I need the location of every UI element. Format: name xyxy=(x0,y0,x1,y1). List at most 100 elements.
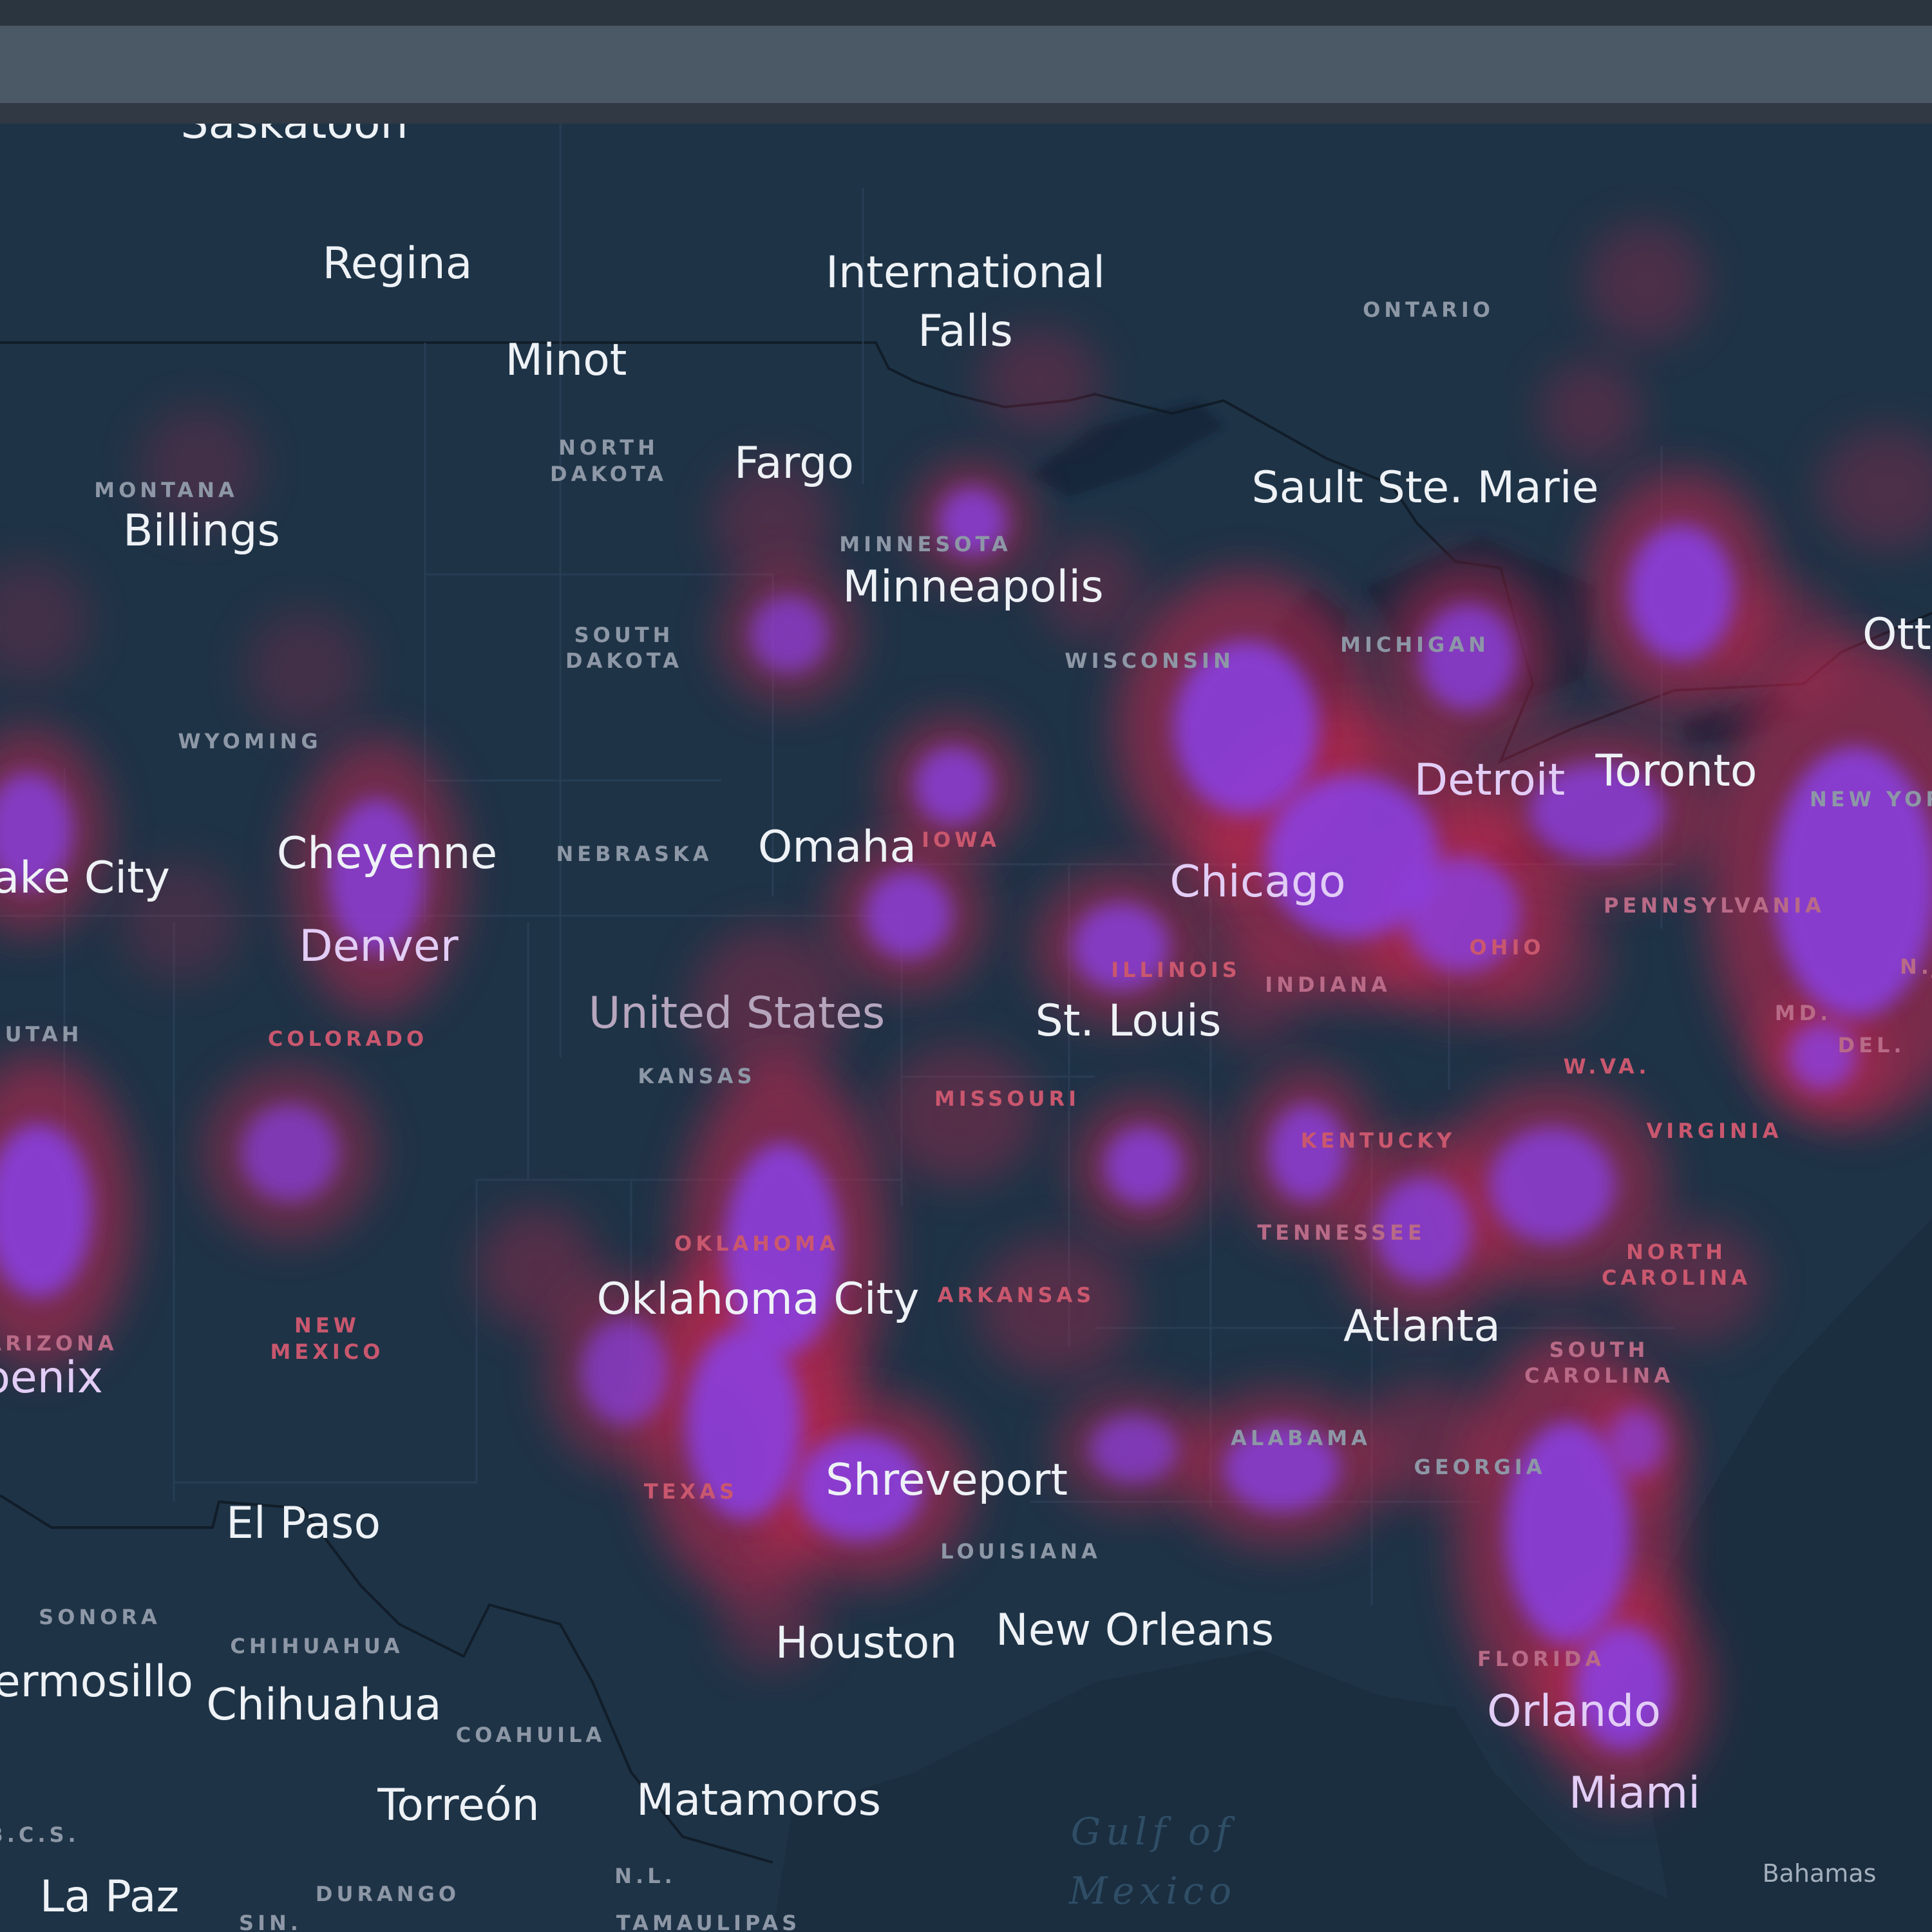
city-label-houston: Houston xyxy=(775,1618,958,1669)
city-label-omaha: Omaha xyxy=(758,822,916,873)
region-label-ohio: OHIO xyxy=(1469,935,1544,960)
region-label-colorado: COLORADO xyxy=(268,1027,428,1051)
heat-core xyxy=(914,747,992,824)
city-label-el-paso: El Paso xyxy=(226,1498,381,1549)
heat-core xyxy=(242,1104,338,1201)
city-label-la-paz: La Paz xyxy=(40,1871,179,1922)
heat-glow xyxy=(1584,222,1707,345)
city-label-regina: Regina xyxy=(323,238,473,289)
region-label-oklahoma: OKLAHOMA xyxy=(674,1231,839,1256)
region-label-del: DEL. xyxy=(1838,1033,1906,1057)
heat-core xyxy=(1090,1415,1177,1483)
heat-glow xyxy=(245,609,367,731)
region-label-south-dakota: DAKOTA xyxy=(565,649,683,673)
region-label-michigan: MICHIGAN xyxy=(1340,632,1490,657)
region-label-nl: N.L. xyxy=(614,1864,676,1888)
heat-core xyxy=(1420,603,1517,710)
region-label-tamaulipas: TAMAULIPAS xyxy=(616,1911,800,1932)
heat-core xyxy=(1269,1104,1346,1201)
map-toolbar xyxy=(0,26,1932,103)
region-label-illinois: ILLINOIS xyxy=(1111,958,1241,982)
region-label-arkansas: ARKANSAS xyxy=(938,1283,1095,1307)
city-label-orlando: Orlando xyxy=(1487,1686,1661,1737)
city-label-torreon: Torreón xyxy=(377,1780,539,1831)
region-label-new-mexico: MEXICO xyxy=(270,1340,384,1364)
region-label-bcs: B.C.S. xyxy=(0,1823,80,1847)
region-label-north-carolina: NORTH xyxy=(1626,1240,1727,1264)
city-label-hermosillo: Hermosillo xyxy=(0,1656,193,1707)
region-label-coahuila: COAHUILA xyxy=(456,1723,605,1747)
city-label-minneapolis: Minneapolis xyxy=(842,562,1103,612)
region-label-montana: MONTANA xyxy=(94,478,238,502)
region-label-pennsylvania: PENNSYLVANIA xyxy=(1604,893,1825,918)
city-label-chicago: Chicago xyxy=(1170,857,1345,907)
region-label-wva: W.VA. xyxy=(1564,1054,1651,1079)
heat-glow xyxy=(1539,360,1643,464)
city-label-toronto: Toronto xyxy=(1595,746,1757,797)
region-label-iowa: IOWA xyxy=(922,828,1000,852)
city-label-united-states: United States xyxy=(589,988,885,1039)
region-label-south-carolina: CAROLINA xyxy=(1524,1363,1674,1388)
region-label-alabama: ALABAMA xyxy=(1231,1426,1371,1450)
region-label-tennessee: TENNESSEE xyxy=(1257,1220,1425,1245)
region-label-sonora: SONORA xyxy=(39,1605,161,1629)
region-label-missouri: MISSOURI xyxy=(934,1086,1080,1111)
region-label-kansas: KANSAS xyxy=(638,1064,755,1088)
region-label-virginia: VIRGINIA xyxy=(1647,1119,1783,1143)
region-label-north-dakota: DAKOTA xyxy=(550,462,667,486)
city-label-saskatoon: Saskatoon xyxy=(180,124,408,149)
region-label-wisconsin: WISCONSIN xyxy=(1065,649,1234,673)
city-label-detroit: Detroit xyxy=(1414,755,1565,806)
heat-core xyxy=(1607,1408,1665,1477)
water-label-gulf: Mexico xyxy=(1068,1869,1236,1913)
city-label-shreveport: Shreveport xyxy=(826,1455,1068,1506)
city-label-sault-ste-marie: Sault Ste. Marie xyxy=(1251,462,1598,513)
toolbar-divider xyxy=(0,103,1932,124)
city-label-atlanta: Atlanta xyxy=(1343,1301,1501,1352)
heat-core xyxy=(581,1318,668,1425)
city-label-ottawa: Ottawa xyxy=(1862,609,1932,660)
region-label-north-dakota: NORTH xyxy=(558,435,659,460)
region-label-georgia: GEORGIA xyxy=(1414,1455,1546,1479)
heat-core xyxy=(1489,1127,1615,1243)
city-label-denver: Denver xyxy=(299,921,458,972)
region-label-indiana: INDIANA xyxy=(1265,972,1390,997)
region-label-nj: N.J. xyxy=(1900,954,1932,979)
region-label-nebraska: NEBRASKA xyxy=(556,842,712,866)
map-viewer: ONTARIO NORTH DAKOTA MONTANA MINNESOTA M… xyxy=(0,0,1932,1932)
region-label-wyoming: WYOMING xyxy=(178,729,321,753)
heat-glow xyxy=(881,1045,1038,1184)
region-label-south-carolina: SOUTH xyxy=(1549,1338,1649,1362)
heat-core xyxy=(1104,1127,1182,1204)
region-label-md: MD. xyxy=(1775,1001,1832,1025)
region-label-florida: FLORIDA xyxy=(1477,1647,1605,1671)
city-label-salt-lake-city: Salt Lake City xyxy=(0,853,170,904)
region-label-chihuahua: CHIHUAHUA xyxy=(230,1634,403,1658)
heat-core xyxy=(1627,525,1734,660)
region-label-texas: TEXAS xyxy=(644,1479,738,1504)
city-label-chihuahua: Chihuahua xyxy=(206,1680,441,1730)
city-label-new-orleans: New Orleans xyxy=(996,1605,1274,1656)
region-label-south-dakota: SOUTH xyxy=(574,623,674,647)
city-label-matamoros: Matamoros xyxy=(636,1775,881,1826)
region-label-louisiana: LOUISIANA xyxy=(940,1539,1101,1564)
water-label-gulf: Gulf of xyxy=(1071,1810,1236,1853)
heatmap-canvas[interactable]: ONTARIO NORTH DAKOTA MONTANA MINNESOTA M… xyxy=(0,124,1932,1932)
region-label-sin: SIN. xyxy=(239,1911,302,1932)
city-label-st-louis: St. Louis xyxy=(1036,996,1222,1046)
region-label-ontario: ONTARIO xyxy=(1363,298,1494,322)
region-label-new-york: NEW YORK xyxy=(1810,787,1932,811)
city-label-cheyenne: Cheyenne xyxy=(277,828,498,879)
city-label-minot: Minot xyxy=(506,335,627,386)
city-label-international-falls: International xyxy=(826,247,1105,298)
region-label-utah: UTAH xyxy=(5,1022,83,1046)
city-label-phoenix: Phoenix xyxy=(0,1352,103,1403)
heat-glow xyxy=(978,1238,1135,1377)
region-label-new-mexico: NEW xyxy=(294,1313,360,1338)
region-label-durango: DURANGO xyxy=(316,1882,460,1906)
heat-core xyxy=(864,871,952,958)
heat-core xyxy=(750,596,828,673)
region-label-minnesota: MINNESOTA xyxy=(839,532,1012,556)
city-label-bahamas: Bahamas xyxy=(1763,1859,1877,1888)
city-label-oklahoma-city: Oklahoma City xyxy=(597,1274,920,1325)
